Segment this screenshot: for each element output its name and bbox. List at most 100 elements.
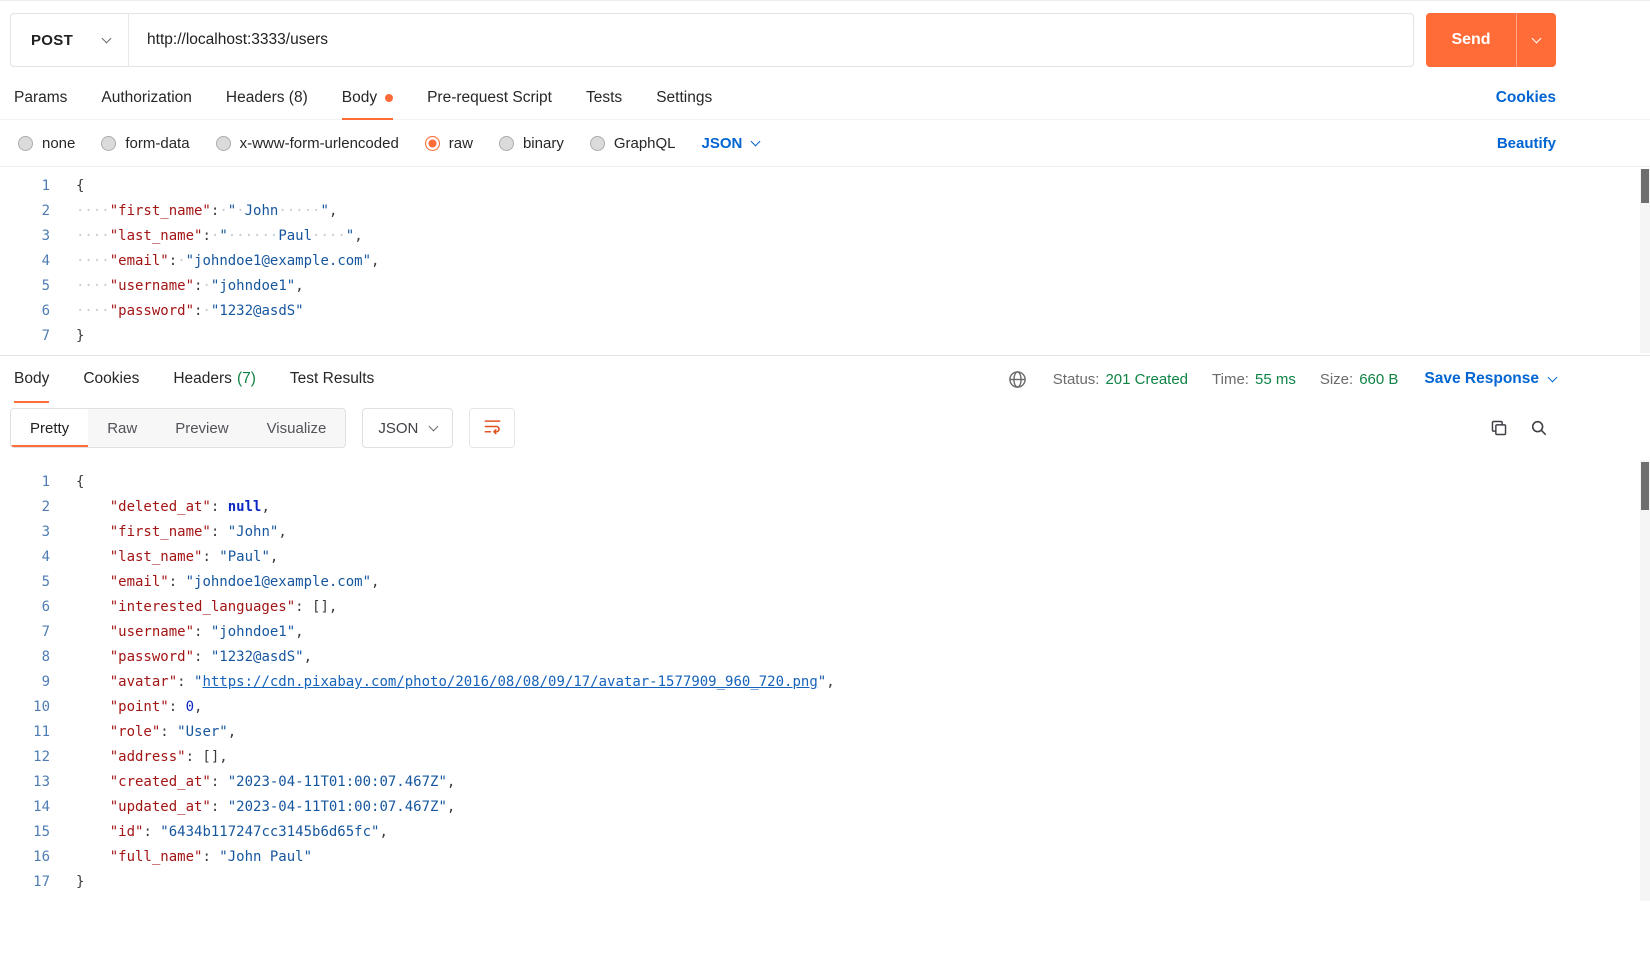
radio-icon <box>215 135 231 151</box>
response-editor-scrollbar <box>1640 460 1650 901</box>
response-body-viewer[interactable]: 1 {2 "deleted_at": null, 3 "first_name": "… <box>0 458 1650 903</box>
line-number: 7 <box>41 624 50 640</box>
code-line: 12 "address": [], <box>0 745 1650 770</box>
line-number: 13 <box>33 774 50 790</box>
size-label: Size: <box>1319 370 1354 388</box>
body-type-raw[interactable]: raw <box>424 135 473 152</box>
body-type-none[interactable]: none <box>18 135 75 152</box>
code-content: "last_name": "Paul", <box>109 549 279 565</box>
view-tab-raw[interactable]: Raw <box>88 409 156 447</box>
line-number: 1 <box>41 178 50 194</box>
code-content: "full_name": "John Paul" <box>109 849 313 865</box>
chevron-down-icon <box>1547 372 1558 382</box>
code-line: 16 "full_name": "John Paul" <box>0 845 1650 870</box>
code-content: } <box>76 328 85 344</box>
code-content: "role": "User", <box>109 724 237 740</box>
response-tab-body[interactable]: Body <box>14 356 50 403</box>
chevron-down-icon <box>750 136 761 146</box>
body-type-graphql[interactable]: GraphQL <box>589 135 676 152</box>
body-type-label: binary <box>522 134 564 152</box>
tab-body[interactable]: Body <box>341 77 394 120</box>
method-label: POST <box>31 31 74 49</box>
chevron-down-icon <box>101 33 112 43</box>
line-number: 3 <box>41 228 50 244</box>
view-tab-visualize[interactable]: Visualize <box>248 409 346 447</box>
radio-icon <box>589 135 605 151</box>
tab-params[interactable]: Params <box>14 77 67 119</box>
line-number: 2 <box>41 203 50 219</box>
copy-icon[interactable] <box>1488 417 1510 439</box>
view-tab-preview[interactable]: Preview <box>156 409 247 447</box>
code-content: ····"first_name":·"·John·····", <box>76 203 338 219</box>
body-type-binary[interactable]: binary <box>498 134 564 152</box>
request-language-select[interactable]: JSON <box>702 135 761 152</box>
tab-settings[interactable]: Settings <box>656 77 712 119</box>
code-content: ····"email":·"johndoe1@example.com", <box>76 253 380 269</box>
search-icon[interactable] <box>1528 417 1550 439</box>
code-content: "id": "6434b117247cc3145b6d65fc", <box>109 824 388 840</box>
code-content: "first_name": "John", <box>109 524 287 540</box>
code-content: "avatar": "https://cdn.pixabay.com/photo… <box>109 674 835 690</box>
tab-tests[interactable]: Tests <box>586 77 622 119</box>
wrap-text-button[interactable] <box>469 408 516 448</box>
code-line: 11 "role": "User", <box>0 720 1650 745</box>
size-group: Size: 660 B <box>1320 371 1399 388</box>
response-tab-test-results[interactable]: Test Results <box>290 356 374 402</box>
time-label: Time: <box>1212 370 1249 388</box>
response-tab-cookies[interactable]: Cookies <box>83 356 139 402</box>
send-button[interactable]: Send <box>1426 13 1516 67</box>
beautify-link[interactable]: Beautify <box>1497 135 1556 152</box>
code-content: { <box>76 474 85 490</box>
line-number: 7 <box>41 328 50 344</box>
request-body-editor[interactable]: 1{2 ····"first_name":·"·John·····", 3 ····"… <box>0 166 1650 355</box>
response-tab-headers[interactable]: Headers (7) <box>173 356 256 402</box>
request-tabs: Params Authorization Headers (8) Body Pr… <box>0 77 1650 120</box>
code-line: 5 "email": "johndoe1@example.com", <box>0 570 1650 595</box>
url-link[interactable]: https://cdn.pixabay.com/photo/2016/08/08… <box>202 674 817 690</box>
code-content: "created_at": "2023-04-11T01:00:07.467Z"… <box>109 774 456 790</box>
code-line: 15 "id": "6434b117247cc3145b6d65fc", <box>0 820 1650 845</box>
line-number: 1 <box>41 474 50 490</box>
line-number: 4 <box>41 549 50 565</box>
view-tab-pretty[interactable]: Pretty <box>11 409 89 447</box>
send-options-button[interactable] <box>1516 13 1556 67</box>
line-number: 4 <box>41 253 50 269</box>
code-line: 7 "username": "johndoe1", <box>0 620 1650 645</box>
body-type-label: form-data <box>125 134 190 152</box>
method-select[interactable]: POST <box>11 14 128 66</box>
request-editor-scrollbar-thumb[interactable] <box>1641 169 1649 203</box>
code-line: 3 "first_name": "John", <box>0 520 1650 545</box>
response-language-select[interactable]: JSON <box>362 408 454 448</box>
code-line: 2 ····"first_name":·"·John·····", <box>0 199 1650 224</box>
response-header: Body Cookies Headers (7) Test Results St… <box>0 356 1650 403</box>
request-builder-page: POST Send Params Authorization Headers (… <box>0 1 1650 903</box>
code-line: 2 "deleted_at": null, <box>0 495 1650 520</box>
line-number: 17 <box>33 874 50 890</box>
status-group: Status: 201 Created <box>1053 371 1188 388</box>
code-content: "point": 0, <box>109 699 203 715</box>
body-type-label: x-www-form-urlencoded <box>239 134 399 152</box>
globe-icon[interactable] <box>1006 368 1029 391</box>
code-content: "email": "johndoe1@example.com", <box>109 574 380 590</box>
code-content: ····"username":·"johndoe1", <box>76 278 304 294</box>
response-language-label: JSON <box>378 419 419 437</box>
tab-authorization[interactable]: Authorization <box>101 77 191 119</box>
body-type-form-data[interactable]: form-data <box>101 134 190 152</box>
tab-pre-request-script[interactable]: Pre-request Script <box>427 77 552 119</box>
line-number: 10 <box>33 699 50 715</box>
tab-body-label: Body <box>341 89 378 106</box>
code-content: ····"password":·"1232@asdS" <box>76 303 304 319</box>
body-type-x-www-form-urlencoded[interactable]: x-www-form-urlencoded <box>215 134 399 152</box>
code-line: 6 ····"password":·"1232@asdS" <box>0 299 1650 324</box>
save-response-button[interactable]: Save Response <box>1424 370 1558 388</box>
code-line: 10 "point": 0, <box>0 695 1650 720</box>
cookies-link[interactable]: Cookies <box>1496 89 1556 107</box>
code-line: 6 "interested_languages": [], <box>0 595 1650 620</box>
response-view-switcher: Pretty Raw Preview Visualize <box>10 408 347 448</box>
url-input[interactable] <box>129 31 1413 49</box>
code-content: "deleted_at": null, <box>109 499 270 515</box>
response-editor-scrollbar-thumb[interactable] <box>1641 462 1649 510</box>
chevron-down-icon <box>428 421 439 431</box>
tab-headers[interactable]: Headers (8) <box>226 77 308 119</box>
radio-icon <box>101 135 117 151</box>
